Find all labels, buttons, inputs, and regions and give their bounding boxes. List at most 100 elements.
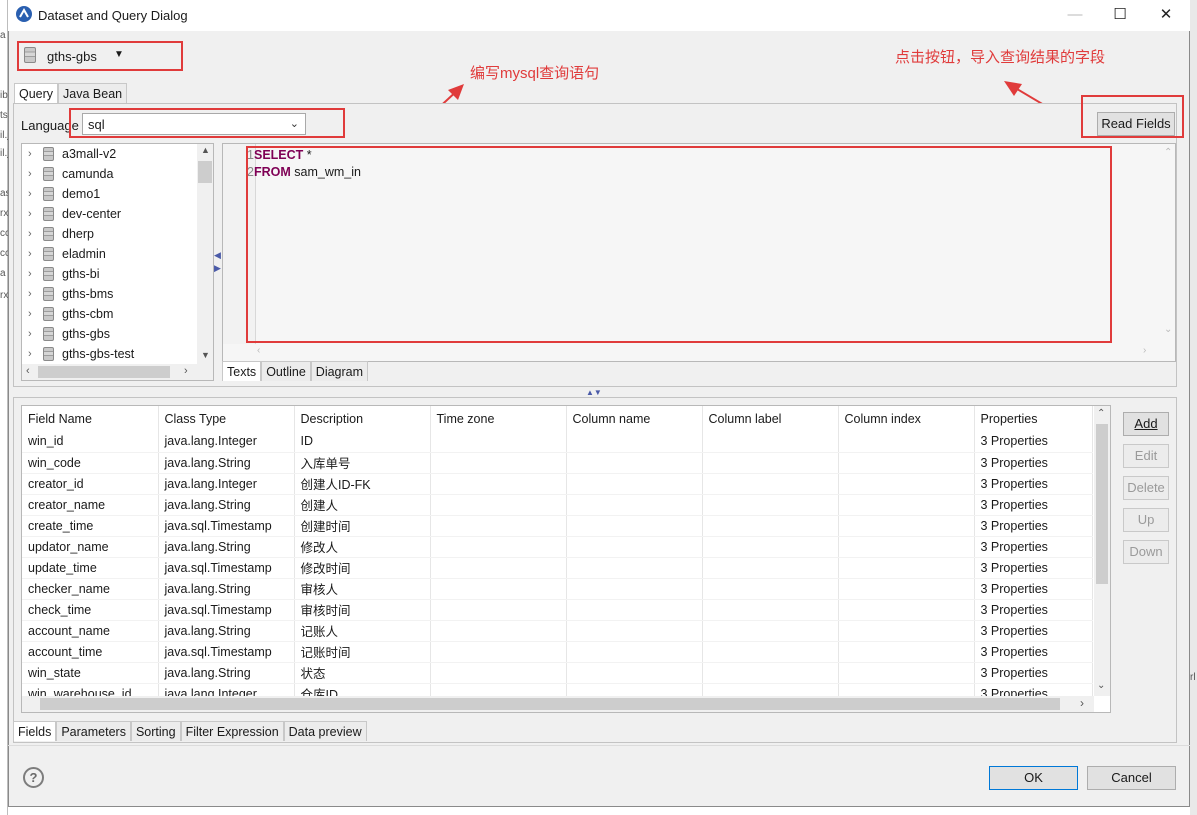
chevron-right-icon[interactable]: › bbox=[28, 184, 32, 204]
column-header[interactable]: Properties bbox=[974, 406, 1093, 431]
properties-cell: 3 Properties bbox=[974, 431, 1093, 453]
chevron-down-icon[interactable]: ▼ bbox=[114, 49, 124, 60]
table-row[interactable]: update_time java.sql.Timestamp 修改时间 3 Prope… bbox=[22, 557, 1093, 579]
tree-item[interactable]: › eladmin bbox=[22, 244, 197, 264]
tab-diagram[interactable]: Diagram bbox=[310, 361, 369, 381]
field-name-cell: creator_name bbox=[22, 494, 159, 516]
fields-vertical-scrollbar[interactable]: ⌃ ⌄ bbox=[1094, 406, 1110, 696]
chevron-right-icon[interactable]: › bbox=[28, 264, 32, 284]
tree-item[interactable]: › gths-bms bbox=[22, 284, 197, 304]
help-icon[interactable]: ? bbox=[23, 767, 44, 788]
ok-button[interactable]: OK bbox=[989, 766, 1078, 790]
tree-item[interactable]: › gths-gbs-test bbox=[22, 344, 197, 364]
read-fields-button[interactable]: Read Fields bbox=[1097, 112, 1175, 136]
table-row[interactable]: win_state java.lang.String 状态 3 Properties bbox=[22, 662, 1093, 684]
column-header[interactable]: Time zone bbox=[430, 406, 567, 431]
table-row[interactable]: win_code java.lang.String 入库单号 3 Properties bbox=[22, 452, 1093, 474]
scroll-right-icon[interactable]: › bbox=[184, 365, 188, 377]
scroll-right-icon[interactable]: › bbox=[1080, 696, 1084, 710]
scroll-up-icon[interactable]: ▲ bbox=[201, 145, 210, 155]
chevron-right-icon[interactable]: › bbox=[28, 324, 32, 344]
cancel-button[interactable]: Cancel bbox=[1087, 766, 1176, 790]
tree-item[interactable]: › camunda bbox=[22, 164, 197, 184]
tab-filter-expression[interactable]: Filter Expression bbox=[180, 721, 284, 741]
scroll-up-icon[interactable]: ⌃ bbox=[1097, 408, 1105, 419]
tree-item[interactable]: › gths-bi bbox=[22, 264, 197, 284]
datasource-selected[interactable]: gths-gbs bbox=[47, 49, 97, 64]
tab-outline[interactable]: Outline bbox=[261, 361, 311, 381]
fields-hscroll-thumb[interactable] bbox=[40, 698, 1060, 710]
empty-cell bbox=[702, 662, 839, 684]
sash-vertical-icon[interactable]: ▲▼ bbox=[586, 388, 602, 397]
field-name-cell: account_time bbox=[22, 641, 159, 663]
down-field-button[interactable]: Down bbox=[1123, 540, 1169, 564]
table-row[interactable]: account_name java.lang.String 记账人 3 Propert… bbox=[22, 620, 1093, 642]
column-header[interactable]: Column index bbox=[838, 406, 975, 431]
empty-cell bbox=[702, 578, 839, 600]
tree-item-label: demo1 bbox=[62, 187, 101, 201]
tab-fields[interactable]: Fields bbox=[13, 721, 57, 741]
table-row[interactable]: checker_name java.lang.String 审核人 3 Propert… bbox=[22, 578, 1093, 600]
tree-scroll-thumb[interactable] bbox=[198, 161, 212, 183]
chevron-right-icon[interactable]: › bbox=[28, 164, 32, 184]
tab-parameters[interactable]: Parameters bbox=[56, 721, 131, 741]
edit-field-button[interactable]: Edit bbox=[1123, 444, 1169, 468]
fields-scroll-thumb[interactable] bbox=[1096, 424, 1108, 584]
class-type-cell: java.lang.String bbox=[158, 494, 295, 516]
column-header[interactable]: Column name bbox=[566, 406, 703, 431]
up-field-button[interactable]: Up bbox=[1123, 508, 1169, 532]
chevron-right-icon[interactable]: › bbox=[28, 344, 32, 364]
column-header[interactable]: Column label bbox=[702, 406, 839, 431]
add-label: Add bbox=[1134, 416, 1158, 431]
sash-collapse-icon[interactable]: ◀ ▶ bbox=[214, 249, 221, 275]
tab-java-bean[interactable]: Java Bean bbox=[58, 83, 128, 103]
language-select[interactable]: sql ⌄ bbox=[82, 113, 306, 135]
scroll-down-icon[interactable]: ▼ bbox=[201, 350, 210, 360]
field-name-cell: win_id bbox=[22, 431, 159, 453]
table-row[interactable]: updator_name java.lang.String 修改人 3 Propert… bbox=[22, 536, 1093, 558]
tab-query[interactable]: Query bbox=[14, 83, 59, 103]
minimize-button[interactable]: — bbox=[1057, 4, 1093, 28]
column-header[interactable]: Field Name bbox=[22, 406, 159, 431]
table-row[interactable]: creator_id java.lang.Integer 创建人ID-FK 3 Pro… bbox=[22, 473, 1093, 495]
empty-cell bbox=[566, 599, 703, 621]
close-button[interactable]: ✕ bbox=[1148, 4, 1184, 28]
column-header[interactable]: Description bbox=[294, 406, 431, 431]
table-row[interactable]: account_time java.sql.Timestamp 记账时间 3 Prop… bbox=[22, 641, 1093, 663]
maximize-button[interactable]: ☐ bbox=[1102, 4, 1138, 28]
scroll-down-icon[interactable]: ⌄ bbox=[1097, 680, 1105, 691]
delete-field-button[interactable]: Delete bbox=[1123, 476, 1169, 500]
scroll-left-icon[interactable]: ‹ bbox=[257, 345, 260, 356]
table-row[interactable]: creator_name java.lang.String 创建人 3 Propert… bbox=[22, 494, 1093, 516]
table-row[interactable]: check_time java.sql.Timestamp 审核时间 3 Proper… bbox=[22, 599, 1093, 621]
table-row[interactable]: create_time java.sql.Timestamp 创建时间 3 Prope… bbox=[22, 515, 1093, 537]
scroll-down-icon[interactable]: ⌄ bbox=[1164, 324, 1172, 335]
scroll-right-icon[interactable]: › bbox=[1143, 345, 1146, 356]
chevron-right-icon[interactable]: › bbox=[28, 204, 32, 224]
tab-texts[interactable]: Texts bbox=[222, 361, 262, 381]
tree-item[interactable]: › dev-center bbox=[22, 204, 197, 224]
editor-vertical-scrollbar[interactable]: ⌃ ⌄ bbox=[1160, 144, 1176, 344]
tab-data-preview[interactable]: Data preview bbox=[283, 721, 367, 741]
add-field-button[interactable]: Add bbox=[1123, 412, 1169, 436]
tree-item[interactable]: › dherp bbox=[22, 224, 197, 244]
editor-horizontal-scrollbar[interactable]: ‹ › bbox=[223, 344, 1160, 361]
column-header[interactable]: Class Type bbox=[158, 406, 295, 431]
chevron-right-icon[interactable]: › bbox=[28, 224, 32, 244]
fields-horizontal-scrollbar[interactable]: › bbox=[22, 696, 1094, 712]
tree-item[interactable]: › demo1 bbox=[22, 184, 197, 204]
chevron-right-icon[interactable]: › bbox=[28, 284, 32, 304]
tree-item[interactable]: › gths-gbs bbox=[22, 324, 197, 344]
table-row[interactable]: win_id java.lang.Integer ID 3 Properties bbox=[22, 431, 1093, 453]
tree-item[interactable]: › gths-cbm bbox=[22, 304, 197, 324]
tree-item[interactable]: › a3mall-v2 bbox=[22, 144, 197, 164]
tree-hscroll-thumb[interactable] bbox=[38, 366, 170, 378]
scroll-left-icon[interactable]: ‹ bbox=[26, 365, 30, 377]
chevron-right-icon[interactable]: › bbox=[28, 244, 32, 264]
tree-horizontal-scrollbar[interactable]: ‹ › bbox=[22, 364, 213, 380]
chevron-right-icon[interactable]: › bbox=[28, 304, 32, 324]
chevron-right-icon[interactable]: › bbox=[28, 144, 32, 164]
tab-sorting[interactable]: Sorting bbox=[130, 721, 181, 741]
tree-vertical-scrollbar[interactable]: ▲ ▼ bbox=[197, 144, 213, 364]
scroll-up-icon[interactable]: ⌃ bbox=[1164, 147, 1172, 158]
